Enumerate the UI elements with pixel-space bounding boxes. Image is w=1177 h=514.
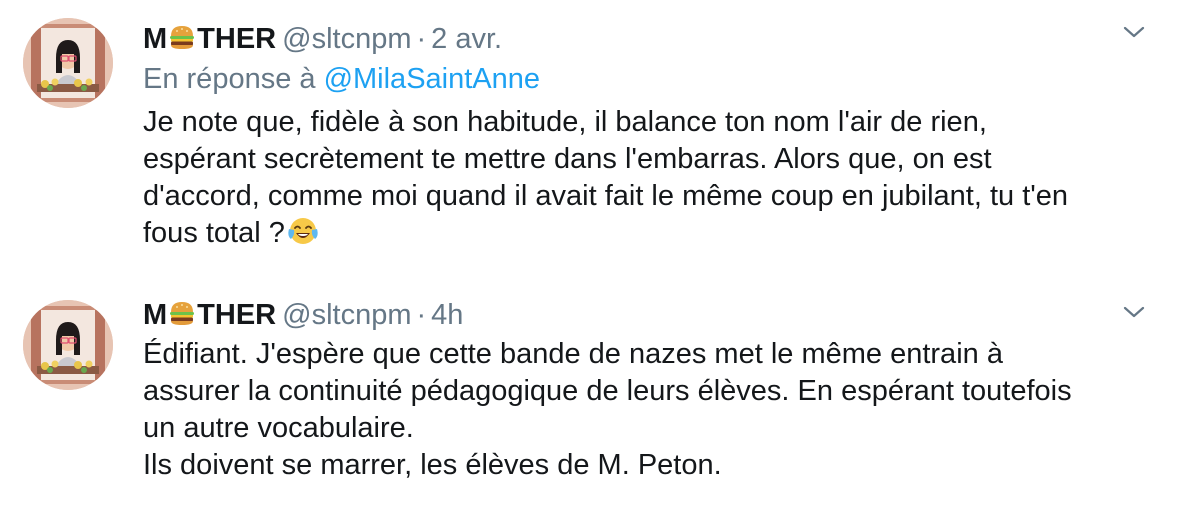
hamburger-emoji-icon	[168, 23, 196, 61]
reply-prefix: En réponse à	[143, 63, 316, 95]
tweet-content: M THER @sltcnpm · 2 avr. En réponse à @MilaS…	[143, 20, 1137, 257]
timestamp[interactable]: 4h	[431, 299, 463, 331]
tweet-text-fragment: fous total ?	[143, 217, 285, 249]
tweet-2[interactable]: M THER @sltcnpm · 4h Édifiant. J'espère que …	[0, 290, 1177, 514]
reply-mention-link[interactable]: @MilaSaintAnne	[324, 63, 540, 95]
separator-dot: ·	[416, 23, 427, 55]
tweet-text-line: Édifiant. J'espère que cette bande de na…	[143, 338, 1003, 370]
tweet-header: M THER @sltcnpm · 2 avr.	[143, 20, 1137, 58]
chevron-down-icon[interactable]	[1123, 25, 1145, 39]
hamburger-emoji-icon	[168, 299, 196, 337]
tweet-header: M THER @sltcnpm · 4h	[143, 296, 1137, 334]
tweet-text-line: Ils doivent se marrer, les élèves de M. …	[143, 449, 722, 481]
tweet-text-line: espérant secrètement te mettre dans l'em…	[143, 143, 992, 175]
tweet-text-line: d'accord, comme moi quand il avait fait …	[143, 180, 1069, 212]
tweet-content: M THER @sltcnpm · 4h Édifiant. J'espère que …	[143, 296, 1137, 484]
tweet-text-line: assurer la continuité pédagogique de leu…	[143, 375, 1072, 407]
avatar[interactable]	[23, 300, 113, 390]
tweet-text-line: fous total ?	[143, 215, 1137, 257]
user-handle[interactable]: @sltcnpm	[282, 299, 411, 331]
tweet-text-line: Je note que, fidèle à son habitude, il b…	[143, 106, 987, 138]
separator-dot: ·	[416, 299, 427, 331]
display-name[interactable]: M THER	[143, 299, 276, 331]
timestamp[interactable]: 2 avr.	[431, 23, 502, 55]
tweet-text: Édifiant. J'espère que cette bande de na…	[143, 336, 1137, 484]
chevron-down-icon[interactable]	[1123, 305, 1145, 319]
avatar[interactable]	[23, 18, 113, 108]
display-name-part: M	[143, 23, 168, 55]
user-handle[interactable]: @sltcnpm	[282, 23, 411, 55]
display-name-part: THER	[197, 299, 277, 331]
tweet-1[interactable]: M THER @sltcnpm · 2 avr. En réponse à @MilaS…	[0, 0, 1177, 290]
tweet-text: Je note que, fidèle à son habitude, il b…	[143, 104, 1137, 257]
display-name[interactable]: M THER	[143, 23, 276, 55]
tears-of-joy-emoji-icon	[287, 215, 319, 257]
display-name-part: THER	[197, 23, 277, 55]
reply-context: En réponse à @MilaSaintAnne	[143, 60, 1137, 98]
tweet-text-line: un autre vocabulaire.	[143, 412, 414, 444]
display-name-part: M	[143, 299, 168, 331]
